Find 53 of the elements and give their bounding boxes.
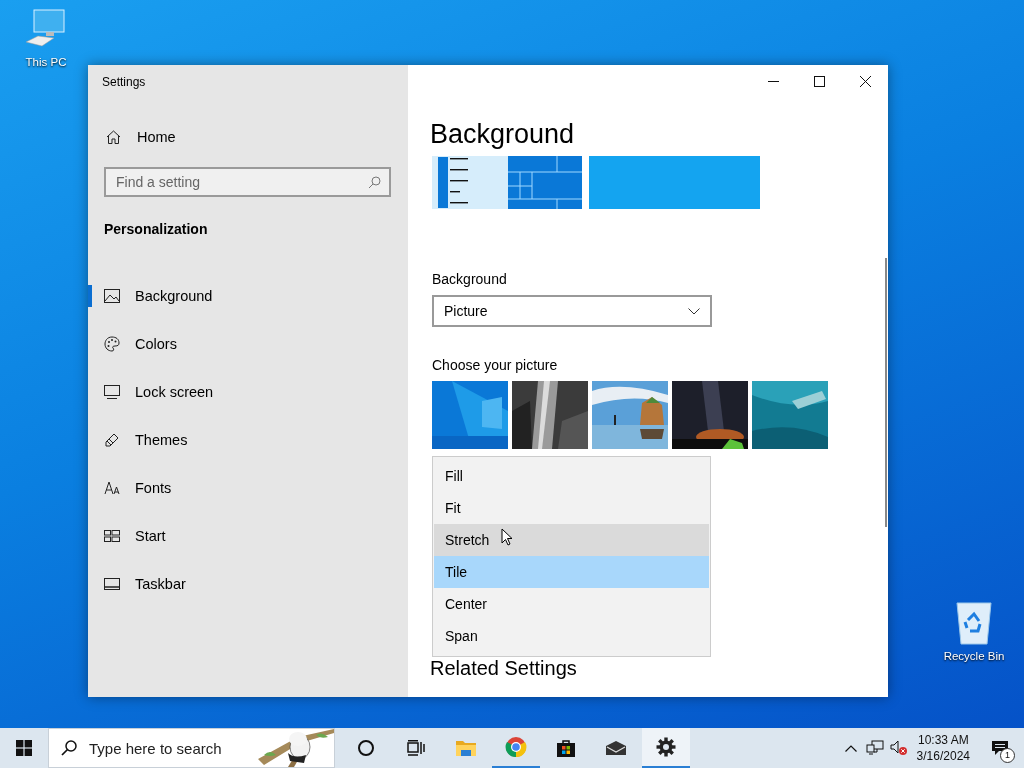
shopping-bag-icon [556, 738, 576, 758]
search-icon [61, 740, 77, 756]
menu-option[interactable]: Center [434, 588, 709, 620]
search-input[interactable]: Type here to search [89, 739, 239, 757]
background-dropdown[interactable]: Picture [432, 295, 712, 327]
desktop-shortcut[interactable]: Recycle Bin [936, 600, 1012, 662]
section-heading: Personalization [104, 221, 209, 237]
nav-item[interactable]: Colors [88, 320, 391, 368]
field-label: Background [432, 271, 508, 287]
recycle-bin-icon [954, 600, 994, 646]
task-view-icon [407, 740, 425, 756]
picture-icon [104, 289, 120, 303]
scrollbar[interactable] [885, 258, 887, 527]
settings-icon [656, 737, 676, 757]
cursor-icon [501, 528, 513, 546]
windows-logo-icon [16, 740, 32, 756]
monitor-icon [104, 385, 120, 399]
start-layout-icon [104, 530, 120, 542]
page-heading: Background [430, 119, 576, 150]
field-label: Choose your picture [432, 357, 559, 373]
window-title: Settings [102, 75, 147, 91]
home-link[interactable]: Home [104, 129, 391, 145]
taskbar-icon [104, 578, 120, 590]
font-icon [104, 481, 120, 495]
menu-option[interactable]: Span [434, 620, 709, 652]
menu-option[interactable]: Fit [434, 492, 709, 524]
taskbar-button[interactable] [642, 728, 690, 768]
circle-icon [357, 739, 375, 757]
folder-icon [455, 739, 477, 757]
nav-item[interactable]: Themes [88, 416, 391, 464]
clock[interactable]: 10:33 AM 3/16/2024 [916, 732, 970, 764]
browser-icon [505, 736, 527, 758]
minimize-icon [767, 80, 779, 82]
chevron-down-icon [688, 307, 700, 315]
notification-button[interactable]: 1 [984, 728, 1016, 768]
search-input[interactable]: Find a setting [116, 174, 336, 190]
menu-option[interactable]: Tile [434, 556, 709, 588]
menu-option[interactable]: Fill [434, 460, 709, 492]
search-field[interactable]: Type here to search [48, 728, 335, 768]
maximize-icon [813, 75, 825, 87]
home-icon [106, 130, 121, 144]
palette-icon [104, 336, 120, 352]
nav-item[interactable]: Fonts [88, 464, 391, 512]
menu-option[interactable]: Stretch [434, 524, 709, 556]
section-heading: Related Settings [430, 657, 577, 680]
search-icon [368, 175, 381, 189]
search-field[interactable]: Find a setting [104, 167, 391, 197]
brush-icon [104, 432, 120, 448]
envelope-icon [605, 740, 627, 756]
nav-item[interactable]: Taskbar [88, 560, 391, 608]
nav-item[interactable]: Start [88, 512, 391, 560]
close-icon [859, 75, 871, 87]
nav-item[interactable]: Lock screen [88, 368, 391, 416]
